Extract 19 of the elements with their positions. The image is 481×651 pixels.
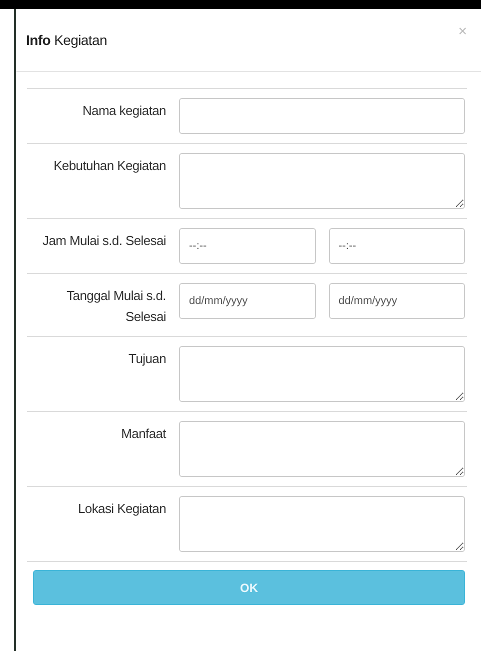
field-label: Kebutuhan Kegiatan (52, 157, 166, 175)
close-button[interactable]: × (458, 22, 467, 40)
text-area[interactable] (179, 496, 465, 552)
field-label: Nama kegiatan (81, 102, 166, 120)
input-field[interactable]: --:-- (328, 228, 465, 264)
ok-button[interactable]: OK (33, 570, 465, 605)
text-field[interactable] (179, 98, 465, 134)
input-field[interactable]: dd/mm/yyyy (328, 283, 465, 319)
input-field[interactable]: --:-- (179, 228, 316, 264)
text-area[interactable] (179, 346, 465, 402)
dialog-title: Info Kegiatan (26, 32, 107, 48)
text-area[interactable] (179, 421, 465, 477)
field-label: Tanggal Mulai s.d. Selesai (66, 287, 166, 326)
field-label: Lokasi Kegiatan (76, 500, 166, 518)
field-label: Jam Mulai s.d. Selesai (42, 232, 166, 250)
field-label: Tujuan (128, 350, 166, 368)
text-area[interactable] (179, 153, 465, 209)
input-field[interactable]: dd/mm/yyyy (179, 283, 316, 319)
field-label: Manfaat (120, 425, 166, 443)
